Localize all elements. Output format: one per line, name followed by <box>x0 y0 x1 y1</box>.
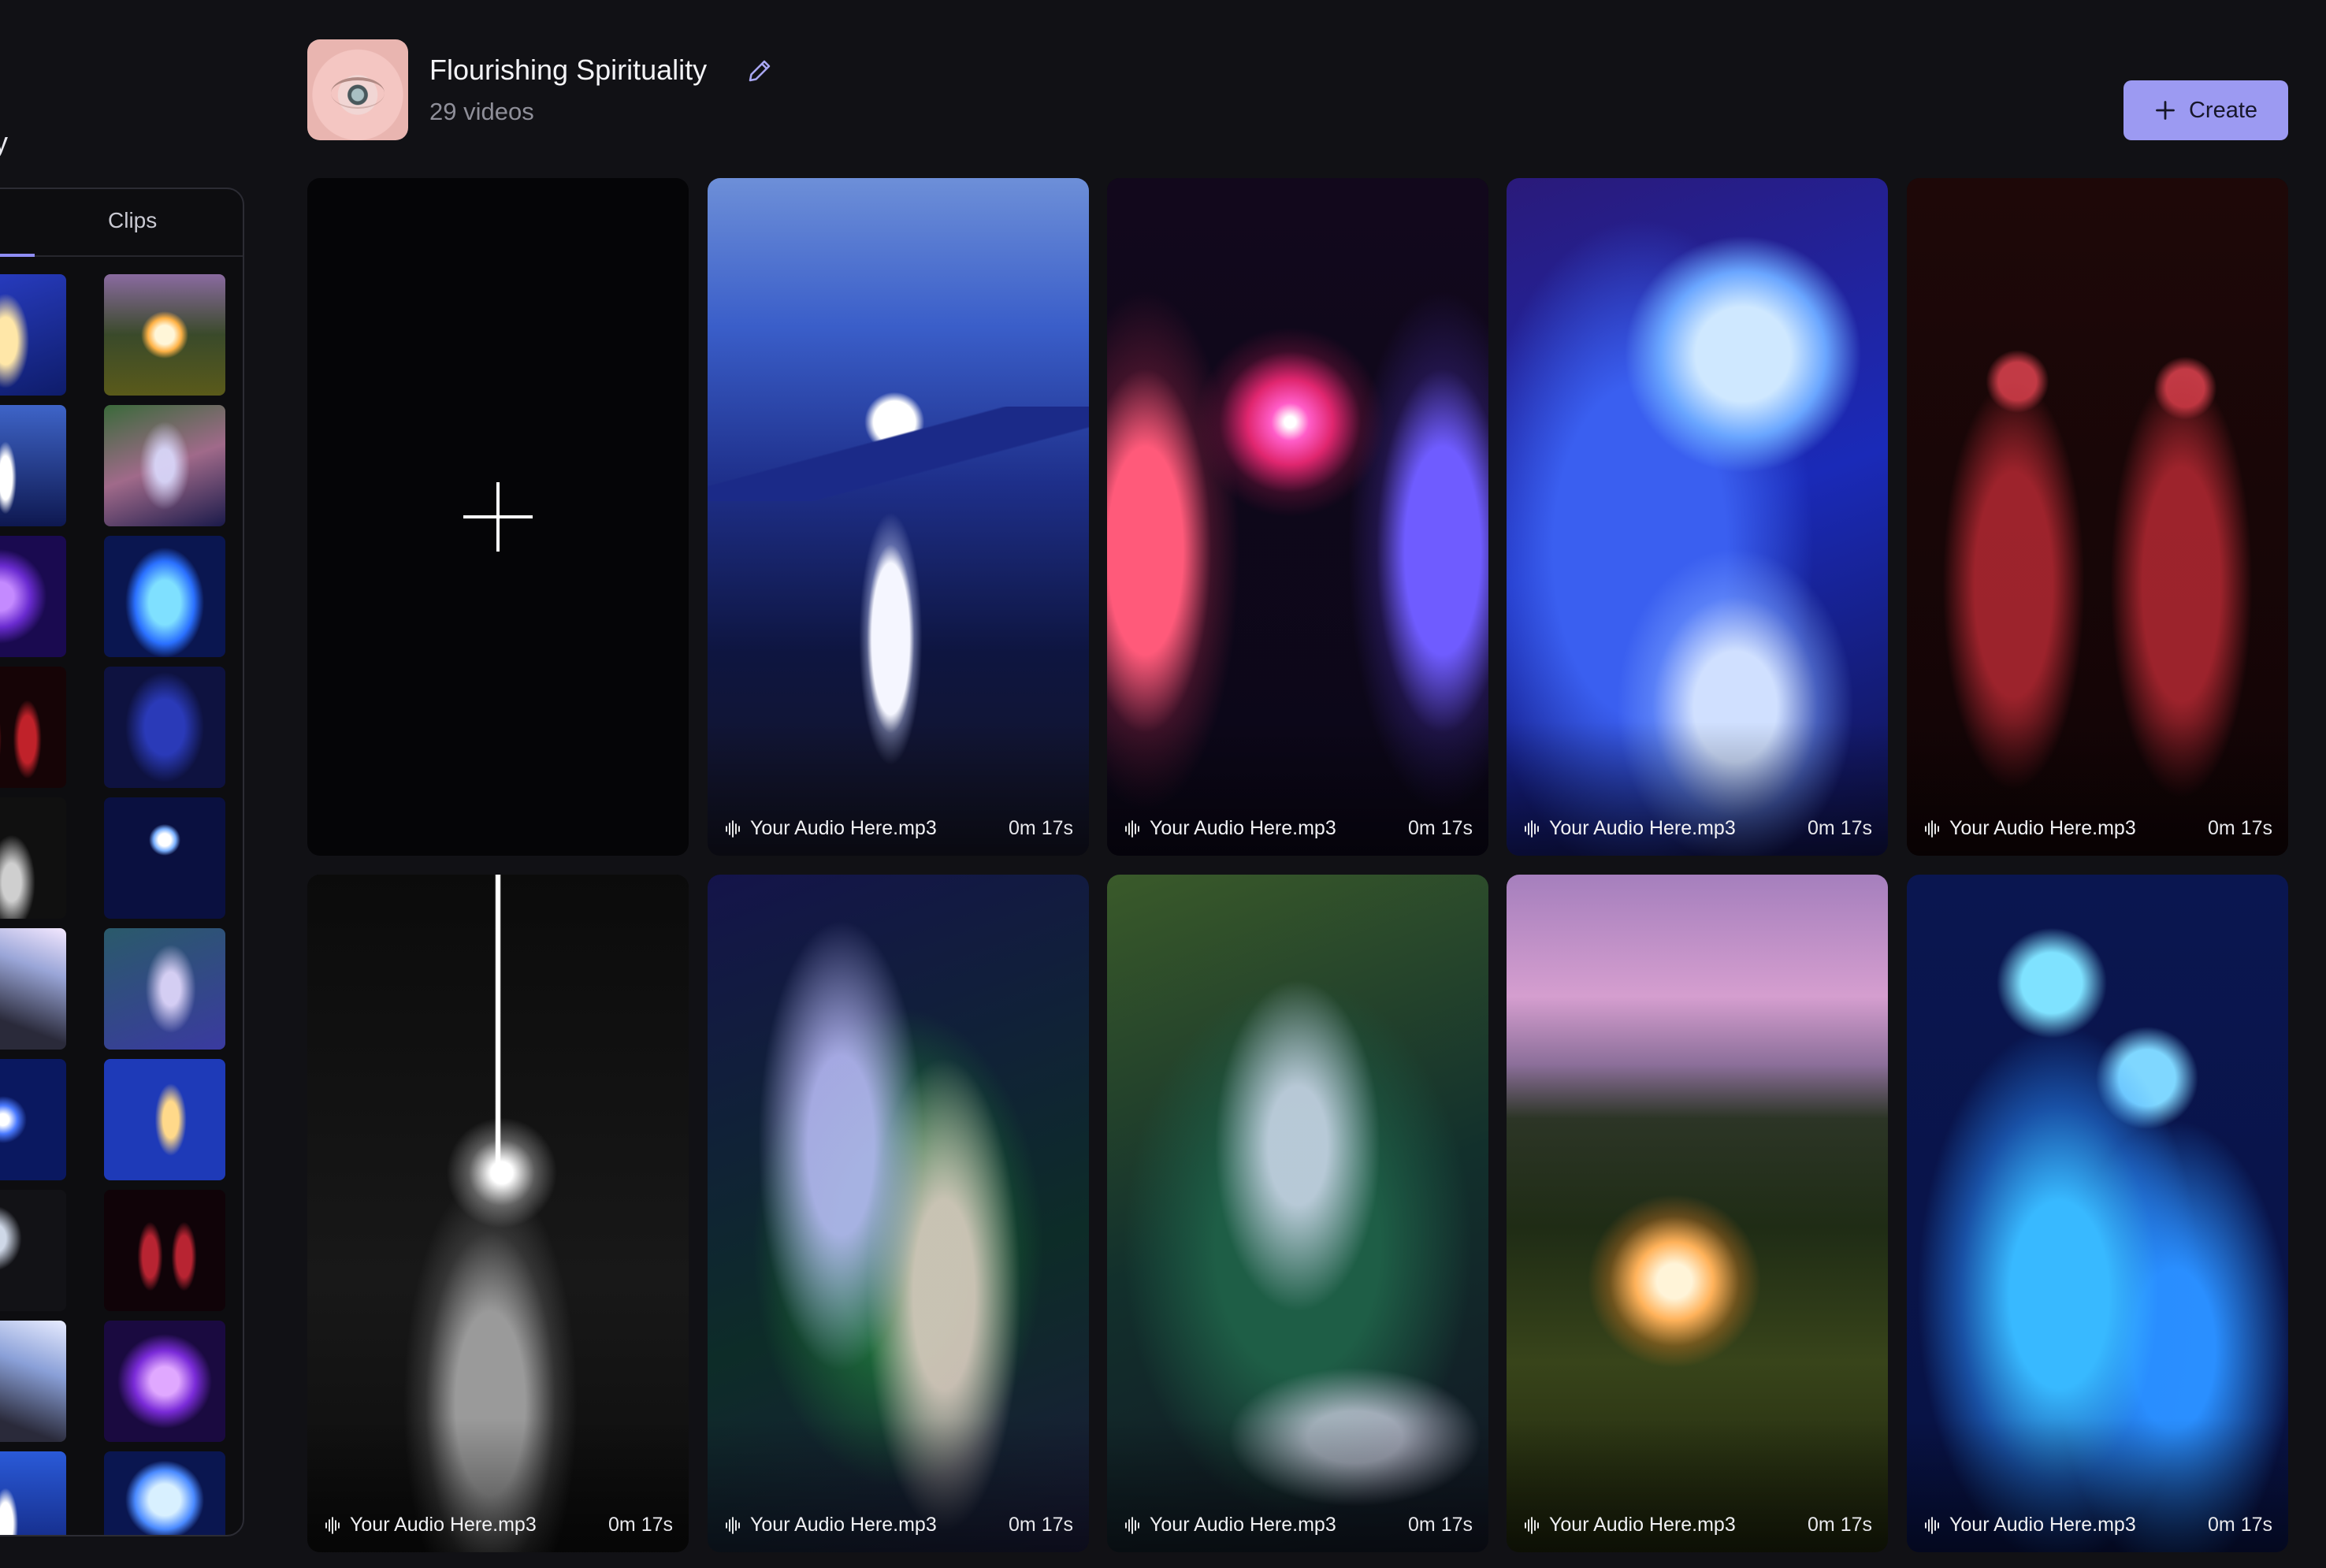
clip-thumbnail[interactable] <box>104 274 225 396</box>
clip-thumbnail[interactable] <box>0 1321 66 1442</box>
audio-filename: Your Audio Here.mp3 <box>750 817 937 839</box>
video-duration: 0m 17s <box>1808 1514 1872 1536</box>
video-meta: Your Audio Here.mp3 0m 17s <box>725 1514 1073 1536</box>
clip-thumbnail[interactable] <box>104 1059 225 1180</box>
waveform-icon <box>325 1516 340 1534</box>
video-meta: Your Audio Here.mp3 0m 17s <box>1524 1514 1872 1536</box>
project-avatar <box>307 39 408 140</box>
video-duration: 0m 17s <box>608 1514 673 1536</box>
clips-panel: Clips <box>0 188 244 1536</box>
video-meta: Your Audio Here.mp3 0m 17s <box>1924 1514 2272 1536</box>
video-meta: Your Audio Here.mp3 0m 17s <box>725 817 1073 840</box>
waveform-icon <box>726 819 740 838</box>
clip-thumbnail[interactable] <box>0 1451 66 1535</box>
video-duration: 0m 17s <box>1408 817 1473 839</box>
clip-thumbnail[interactable] <box>0 536 66 657</box>
clip-thumbnail[interactable] <box>0 928 66 1050</box>
clip-thumbnail[interactable] <box>104 405 225 526</box>
clip-thumbnail[interactable] <box>104 797 225 919</box>
clip-thumbnail[interactable] <box>0 1190 66 1311</box>
video-duration: 0m 17s <box>2208 817 2272 839</box>
active-tab-indicator <box>0 254 35 257</box>
video-card[interactable]: Your Audio Here.mp3 0m 17s <box>1907 875 2288 1552</box>
project-page: y Clips Flourishing Spirituality 29 vide… <box>0 0 2326 1568</box>
waveform-icon <box>1125 819 1139 838</box>
sidebar-tab-bar: Clips <box>0 189 243 257</box>
video-card[interactable]: Your Audio Here.mp3 0m 17s <box>1907 178 2288 856</box>
clip-thumbnail[interactable] <box>104 667 225 788</box>
waveform-icon <box>1925 819 1939 838</box>
video-meta: Your Audio Here.mp3 0m 17s <box>1124 817 1473 840</box>
video-duration: 0m 17s <box>1408 1514 1473 1536</box>
audio-filename: Your Audio Here.mp3 <box>1150 817 1336 839</box>
waveform-icon <box>1925 1516 1939 1534</box>
plus-icon <box>463 482 533 552</box>
pencil-icon[interactable] <box>745 57 774 85</box>
clip-thumbnail[interactable] <box>104 1190 225 1311</box>
waveform-icon <box>1525 819 1539 838</box>
video-duration: 0m 17s <box>1009 817 1073 839</box>
clip-thumbnail[interactable] <box>0 1059 66 1180</box>
tab-clips[interactable]: Clips <box>108 208 157 233</box>
video-meta: Your Audio Here.mp3 0m 17s <box>1524 817 1872 840</box>
create-button[interactable]: Create <box>2123 80 2288 140</box>
waveform-icon <box>1525 1516 1539 1534</box>
sidebar-title: y <box>0 126 8 158</box>
clip-thumbnail[interactable] <box>104 928 225 1050</box>
video-duration: 0m 17s <box>1808 817 1872 839</box>
clip-thumbnail[interactable] <box>104 536 225 657</box>
video-count: 29 videos <box>429 98 534 125</box>
clip-thumbnail[interactable] <box>104 1321 225 1442</box>
clip-thumbnail[interactable] <box>0 667 66 788</box>
video-meta: Your Audio Here.mp3 0m 17s <box>1924 817 2272 840</box>
video-meta: Your Audio Here.mp3 0m 17s <box>1124 1514 1473 1536</box>
audio-filename: Your Audio Here.mp3 <box>350 1514 537 1536</box>
audio-filename: Your Audio Here.mp3 <box>1549 1514 1736 1536</box>
clip-thumbnail[interactable] <box>0 274 66 396</box>
plus-icon <box>2156 101 2175 120</box>
video-card[interactable]: Your Audio Here.mp3 0m 17s <box>307 875 689 1552</box>
video-meta: Your Audio Here.mp3 0m 17s <box>325 1514 673 1536</box>
waveform-icon <box>726 1516 740 1534</box>
audio-filename: Your Audio Here.mp3 <box>1949 1514 2136 1536</box>
clip-thumbnail[interactable] <box>0 797 66 919</box>
clip-thumbnail[interactable] <box>104 1451 225 1535</box>
create-button-label: Create <box>2188 97 2258 123</box>
video-card[interactable]: Your Audio Here.mp3 0m 17s <box>708 178 1089 856</box>
waveform-icon <box>1125 1516 1139 1534</box>
page-title: Flourishing Spirituality <box>429 54 708 86</box>
video-duration: 0m 17s <box>2208 1514 2272 1536</box>
video-card[interactable]: Your Audio Here.mp3 0m 17s <box>1107 875 1488 1552</box>
video-card[interactable]: Your Audio Here.mp3 0m 17s <box>1507 178 1888 856</box>
audio-filename: Your Audio Here.mp3 <box>1549 817 1736 839</box>
audio-filename: Your Audio Here.mp3 <box>750 1514 937 1536</box>
audio-filename: Your Audio Here.mp3 <box>1150 1514 1336 1536</box>
video-card[interactable]: Your Audio Here.mp3 0m 17s <box>708 875 1089 1552</box>
video-duration: 0m 17s <box>1009 1514 1073 1536</box>
video-card[interactable]: Your Audio Here.mp3 0m 17s <box>1507 875 1888 1552</box>
audio-filename: Your Audio Here.mp3 <box>1949 817 2136 839</box>
add-video-card[interactable] <box>307 178 689 856</box>
clip-thumbnail[interactable] <box>0 405 66 526</box>
video-card[interactable]: Your Audio Here.mp3 0m 17s <box>1107 178 1488 856</box>
